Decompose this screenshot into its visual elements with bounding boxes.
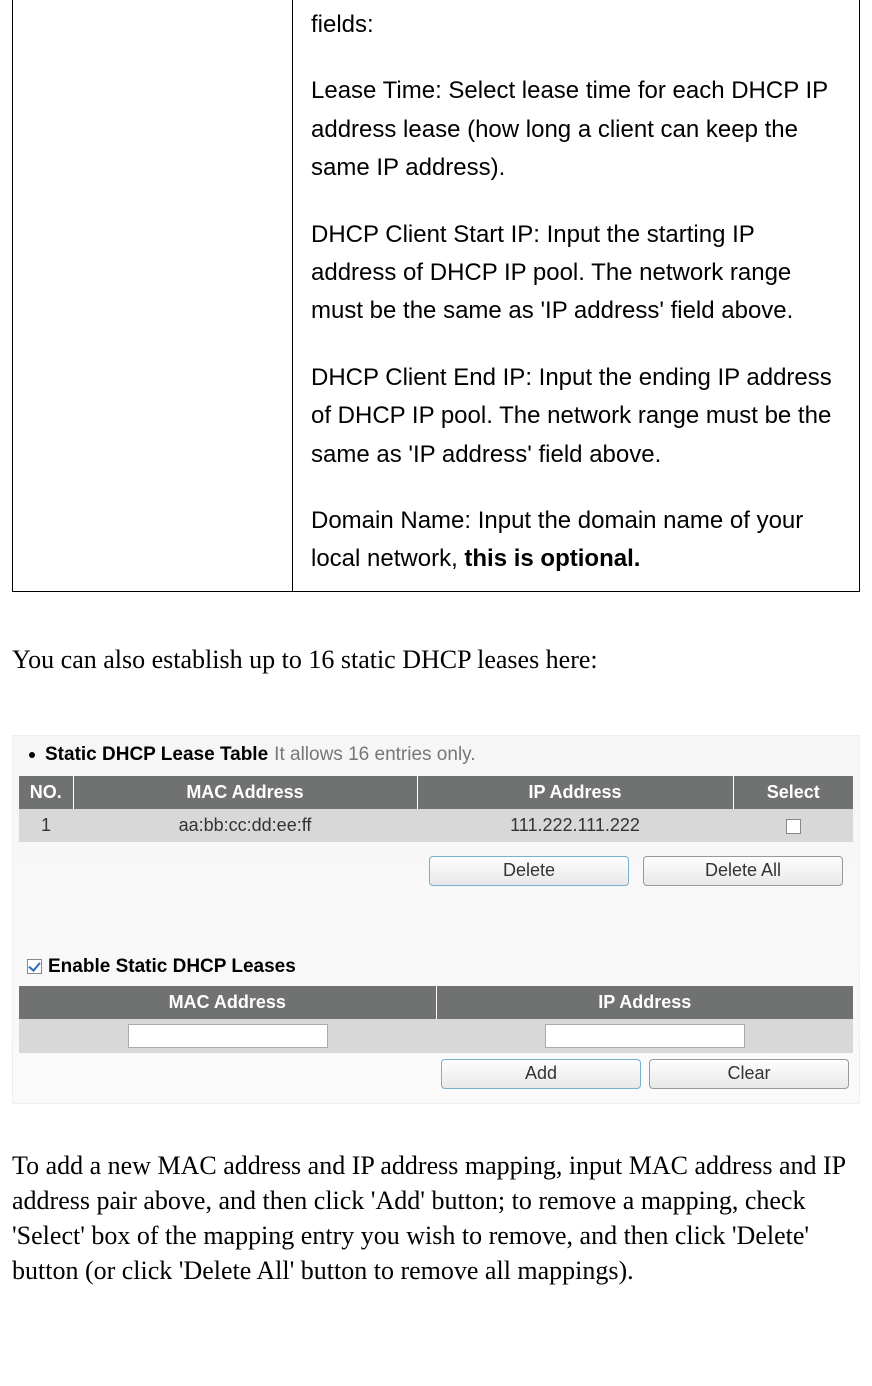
enable-leases-checkbox[interactable]	[27, 959, 42, 974]
bullet-icon	[29, 752, 35, 758]
ip-address-input[interactable]	[545, 1024, 745, 1048]
lease-cell-no: 1	[19, 809, 73, 842]
lease-header-mac: MAC Address	[73, 776, 417, 809]
select-checkbox[interactable]	[786, 819, 801, 834]
entry-header-mac: MAC Address	[19, 986, 436, 1019]
lease-cell-select	[733, 809, 853, 842]
table-row: 1 aa:bb:cc:dd:ee:ff 111.222.111.222	[19, 809, 853, 842]
delete-all-button[interactable]: Delete All	[643, 856, 843, 886]
body-paragraph-2: To add a new MAC address and IP address …	[12, 1148, 860, 1288]
lease-cell-mac: aa:bb:cc:dd:ee:ff	[73, 809, 417, 842]
clear-button[interactable]: Clear	[649, 1059, 849, 1089]
static-dhcp-screenshot: Static DHCP Lease Table It allows 16 ent…	[12, 735, 860, 1104]
desc-fields: fields:	[311, 6, 841, 44]
description-table: fields: Lease Time: Select lease time fo…	[12, 0, 860, 592]
enable-leases-label: Enable Static DHCP Leases	[48, 956, 296, 978]
table-row	[19, 1019, 853, 1053]
lease-table-heading: Static DHCP Lease Table It allows 16 ent…	[19, 740, 853, 776]
lease-table: NO. MAC Address IP Address Select 1 aa:b…	[19, 776, 853, 842]
description-cell: fields: Lease Time: Select lease time fo…	[311, 6, 841, 579]
lease-header-ip: IP Address	[417, 776, 733, 809]
delete-button[interactable]: Delete	[429, 856, 629, 886]
mac-address-input[interactable]	[128, 1024, 328, 1048]
add-button[interactable]: Add	[441, 1059, 641, 1089]
desc-start-ip: DHCP Client Start IP: Input the starting…	[311, 216, 841, 331]
lease-table-title: Static DHCP Lease Table	[45, 744, 268, 766]
delete-button-row: Delete Delete All	[19, 842, 853, 886]
desc-end-ip: DHCP Client End IP: Input the ending IP …	[311, 359, 841, 474]
lease-cell-ip: 111.222.111.222	[417, 809, 733, 842]
entry-table: MAC Address IP Address	[19, 986, 853, 1053]
desc-lease-time: Lease Time: Select lease time for each D…	[311, 72, 841, 187]
lease-header-select: Select	[733, 776, 853, 809]
enable-leases-row: Enable Static DHCP Leases	[19, 886, 853, 986]
lease-table-subtitle: It allows 16 entries only.	[274, 744, 475, 766]
lease-header-no: NO.	[19, 776, 73, 809]
body-paragraph-1: You can also establish up to 16 static D…	[12, 642, 860, 677]
desc-domain-name: Domain Name: Input the domain name of yo…	[311, 502, 841, 579]
entry-header-ip: IP Address	[436, 986, 853, 1019]
add-button-row: Add Clear	[19, 1053, 853, 1089]
